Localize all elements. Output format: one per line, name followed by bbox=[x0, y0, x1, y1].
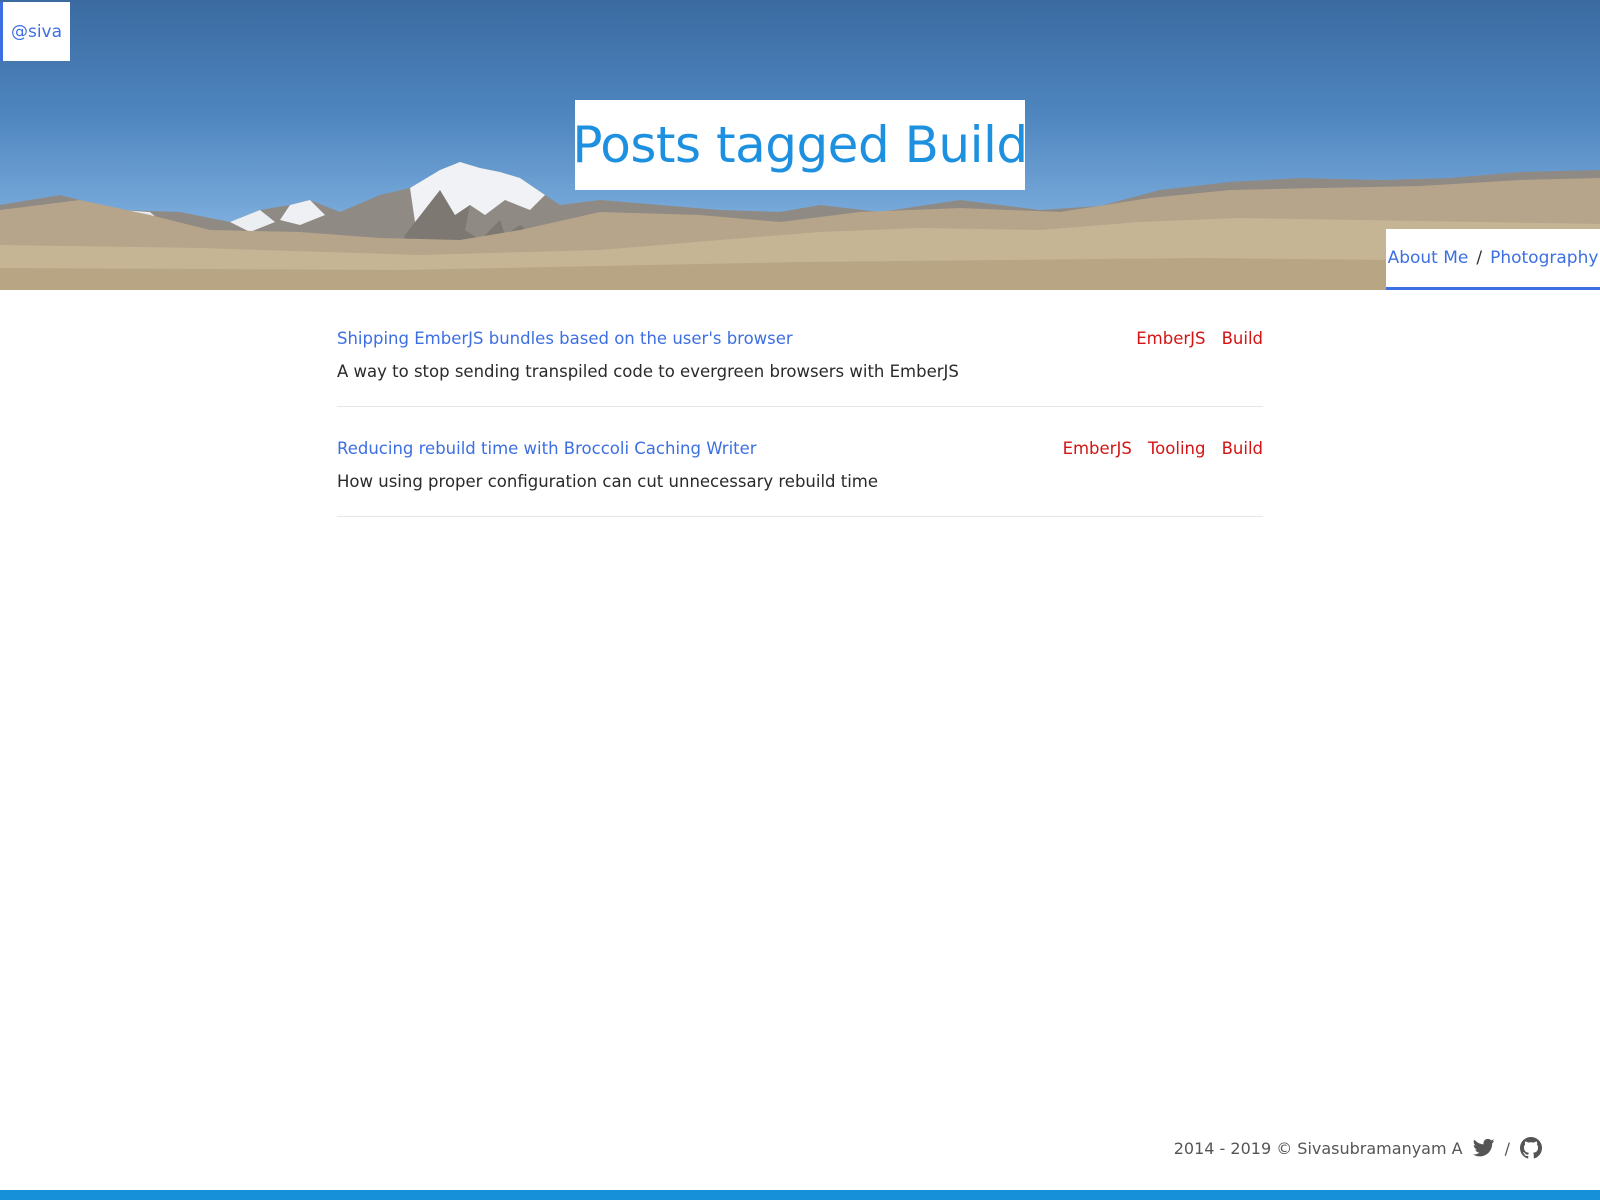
post-list: Shipping EmberJS bundles based on the us… bbox=[337, 325, 1263, 545]
post-header: Shipping EmberJS bundles based on the us… bbox=[337, 329, 1263, 348]
footer-copyright: 2014 - 2019 © Sivasubramanyam A bbox=[1173, 1138, 1463, 1158]
page-title-box: Posts tagged Build bbox=[572, 100, 1028, 190]
tag-tooling-link[interactable]: Tooling bbox=[1148, 439, 1206, 458]
page: @siva Posts tagged Build About Me / Phot… bbox=[0, 0, 1600, 1200]
post-item: Reducing rebuild time with Broccoli Cach… bbox=[337, 435, 1263, 517]
post-tags: EmberJS Build bbox=[1125, 329, 1263, 348]
post-item: Shipping EmberJS bundles based on the us… bbox=[337, 325, 1263, 407]
post-title-link[interactable]: Reducing rebuild time with Broccoli Cach… bbox=[337, 439, 757, 458]
hero-banner: @siva Posts tagged Build About Me / Phot… bbox=[0, 0, 1600, 290]
github-icon[interactable] bbox=[1520, 1137, 1542, 1159]
tag-build-link[interactable]: Build bbox=[1222, 439, 1263, 458]
tag-build-link[interactable]: Build bbox=[1222, 329, 1263, 348]
footer-separator: / bbox=[1504, 1138, 1510, 1158]
bottom-accent-bar bbox=[0, 1190, 1600, 1200]
nav-about-me-link[interactable]: About Me bbox=[1388, 248, 1469, 268]
footer: 2014 - 2019 © Sivasubramanyam A / bbox=[1174, 1137, 1542, 1159]
home-handle-link[interactable]: @siva bbox=[0, 2, 70, 61]
post-description: A way to stop sending transpiled code to… bbox=[337, 362, 959, 381]
tag-emberjs-link[interactable]: EmberJS bbox=[1136, 329, 1205, 348]
post-header: Reducing rebuild time with Broccoli Cach… bbox=[337, 439, 1263, 458]
post-title-link[interactable]: Shipping EmberJS bundles based on the us… bbox=[337, 329, 793, 348]
top-nav: About Me / Photography bbox=[1386, 229, 1600, 290]
page-title: Posts tagged Build bbox=[572, 116, 1028, 174]
nav-separator: / bbox=[1476, 248, 1483, 268]
post-tags: EmberJS Tooling Build bbox=[1052, 439, 1263, 458]
post-description: How using proper configuration can cut u… bbox=[337, 472, 879, 491]
nav-photography-link[interactable]: Photography bbox=[1490, 248, 1598, 268]
twitter-icon[interactable] bbox=[1472, 1138, 1495, 1158]
tag-emberjs-link[interactable]: EmberJS bbox=[1063, 439, 1132, 458]
